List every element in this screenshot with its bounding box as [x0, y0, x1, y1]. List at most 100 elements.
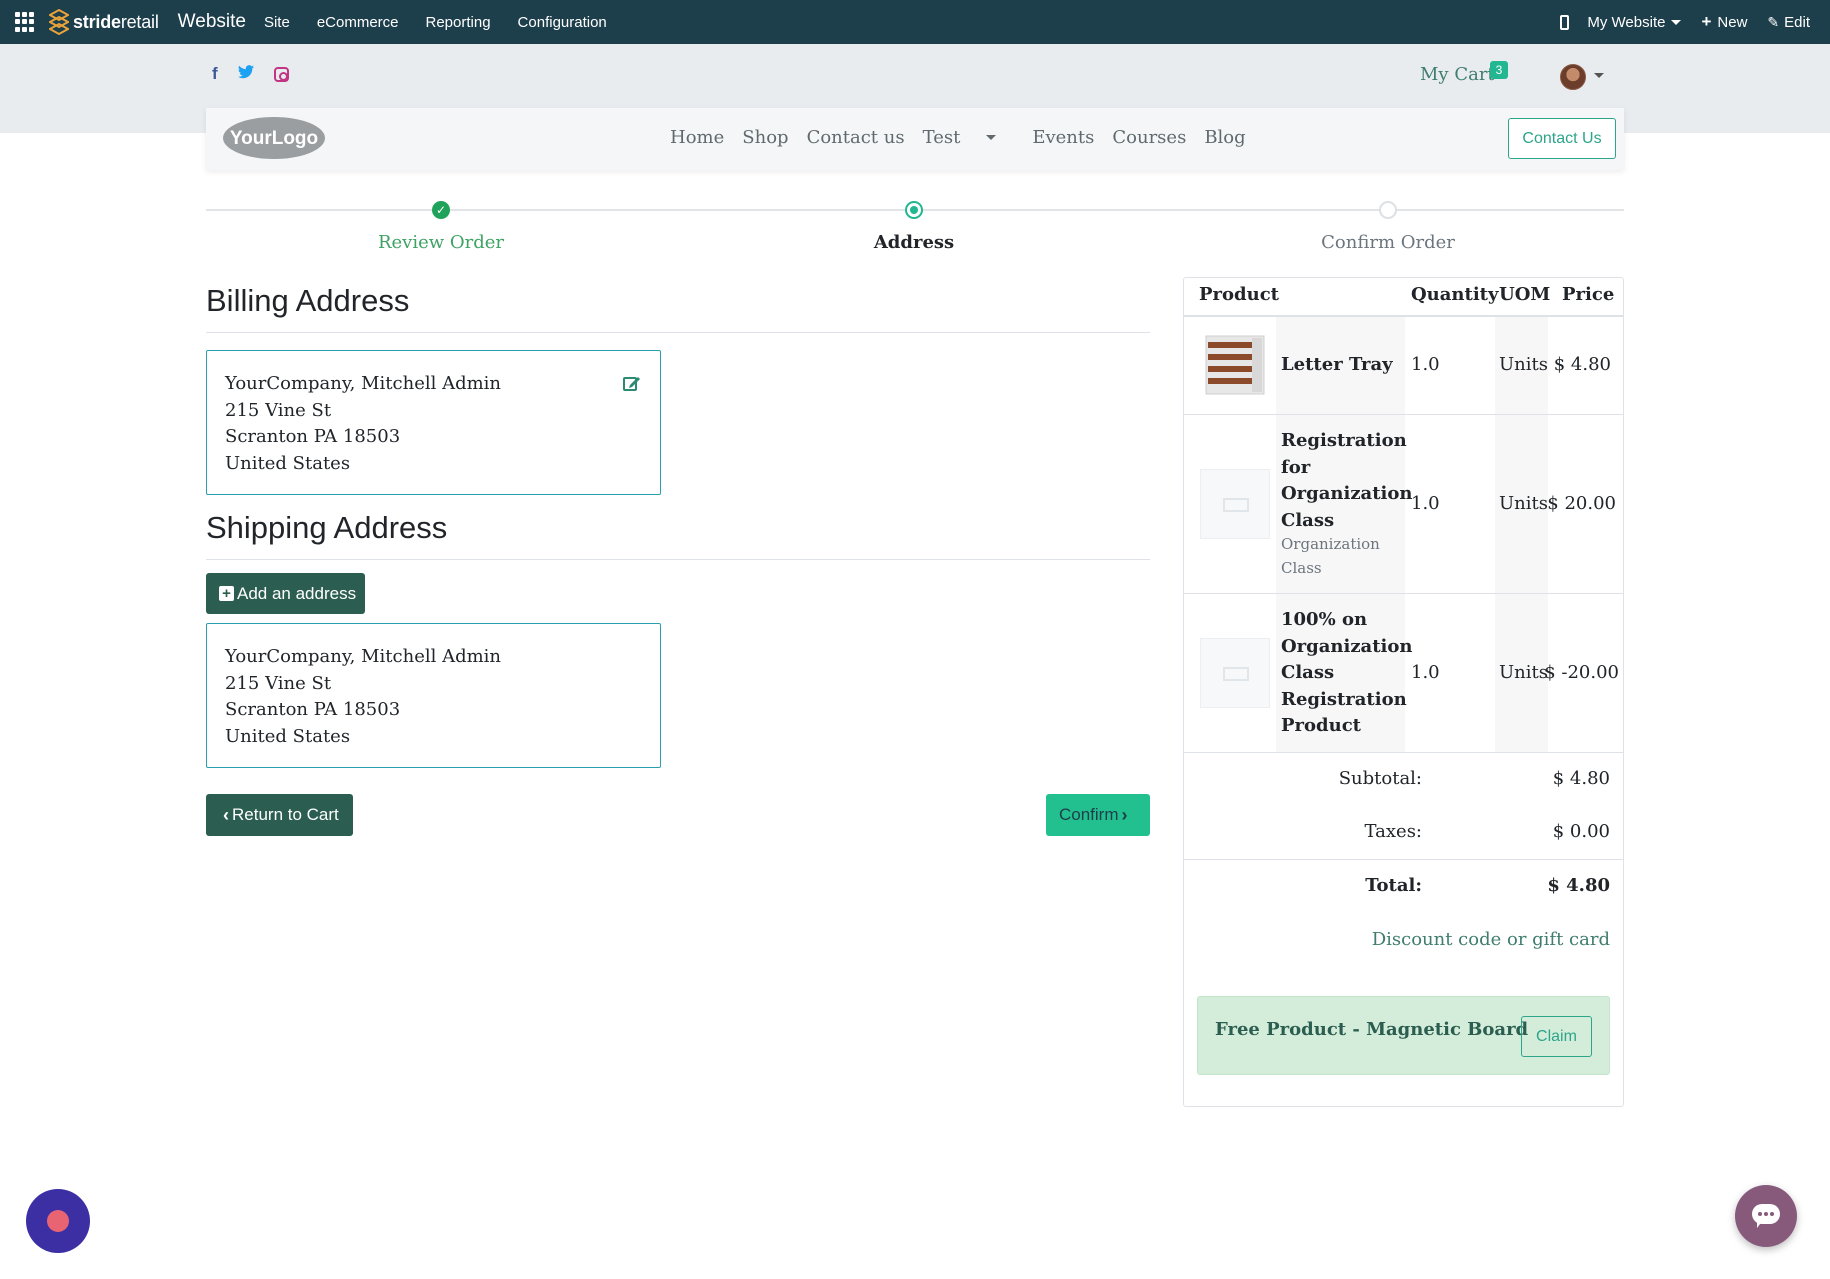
row-divider — [1184, 414, 1623, 415]
menu-item-ecommerce[interactable]: eCommerce — [317, 14, 399, 31]
cart-count-badge: 3 — [1490, 61, 1508, 79]
edit-icon[interactable] — [622, 373, 642, 393]
svg-text:YourLogo: YourLogo — [230, 128, 318, 149]
plus-square-icon: + — [219, 586, 234, 601]
nav-links: Home Shop Contact us Test Events Courses… — [670, 127, 1264, 148]
product-name[interactable]: Registration for Organization Class — [1281, 428, 1412, 534]
site-logo[interactable]: YourLogo — [222, 115, 326, 161]
apps-grid-icon[interactable] — [15, 12, 35, 32]
step-confirm-order: Confirm Order — [1321, 232, 1455, 253]
edit-button[interactable]: ✎ Edit — [1767, 14, 1810, 31]
chevron-left-icon: ‹ — [223, 804, 229, 825]
admin-menu: Site eCommerce Reporting Configuration — [264, 14, 634, 31]
product-thumbnail-placeholder — [1200, 469, 1270, 539]
product-name[interactable]: Letter Tray — [1281, 352, 1405, 379]
nav-test-label: Test — [922, 127, 961, 148]
chat-icon — [1752, 1204, 1780, 1228]
user-avatar[interactable] — [1560, 64, 1586, 90]
price-value: $ 20.00 — [1547, 493, 1616, 514]
my-cart-link[interactable]: My Cart — [1420, 64, 1495, 85]
totals-divider — [1184, 859, 1623, 860]
live-chat-button[interactable] — [1735, 1185, 1797, 1247]
subtotal-value: $ 4.80 — [1552, 768, 1610, 789]
step-current-dot-icon — [905, 201, 923, 219]
address-line: United States — [225, 452, 351, 474]
product-thumbnail — [1200, 330, 1270, 400]
divider — [206, 559, 1150, 560]
brand-mark-icon — [49, 9, 69, 35]
nav-home[interactable]: Home — [670, 127, 724, 148]
record-dot-icon — [47, 1210, 69, 1232]
step-review-order[interactable]: Review Order — [341, 232, 541, 253]
assistant-bubble-button[interactable] — [26, 1189, 90, 1253]
quantity-value: 1.0 — [1411, 493, 1440, 514]
subtotal-label: Subtotal: — [1338, 768, 1422, 789]
header-quantity: Quantity — [1411, 284, 1499, 305]
pencil-icon: ✎ — [1767, 13, 1780, 30]
add-address-label: Add an address — [237, 583, 357, 603]
brand-name: strideretail — [73, 11, 159, 32]
chevron-right-icon: › — [1121, 804, 1128, 825]
product-name[interactable]: 100% on Organization Class Registration … — [1281, 607, 1412, 740]
menu-item-reporting[interactable]: Reporting — [426, 14, 491, 31]
price-value: $ 4.80 — [1553, 354, 1611, 375]
nav-shop[interactable]: Shop — [742, 127, 788, 148]
admin-bar: strideretail Website Site eCommerce Repo… — [0, 0, 1830, 44]
billing-address-card[interactable]: YourCompany, Mitchell Admin 215 Vine St … — [206, 350, 661, 495]
address-line: United States — [225, 725, 351, 747]
taxes-label: Taxes: — [1364, 821, 1422, 842]
contact-us-button[interactable]: Contact Us — [1508, 118, 1616, 159]
confirm-button[interactable]: Confirm › — [1046, 794, 1150, 836]
return-to-cart-button[interactable]: ‹ Return to Cart — [206, 794, 353, 836]
chevron-down-icon — [1671, 19, 1682, 25]
quantity-value: 1.0 — [1411, 662, 1440, 683]
brand-logo[interactable]: strideretail — [49, 9, 159, 35]
address-line: 215 Vine St — [225, 672, 332, 694]
header-product: Product — [1199, 284, 1279, 305]
total-value: $ 4.80 — [1547, 875, 1610, 896]
product-thumbnail-placeholder — [1200, 638, 1270, 708]
menu-item-site[interactable]: Site — [264, 14, 290, 31]
new-label: New — [1717, 13, 1748, 31]
header-price: Price — [1562, 284, 1615, 305]
address-line: YourCompany, Mitchell Admin — [225, 373, 502, 394]
row-divider — [1184, 593, 1623, 594]
nav-test-dropdown[interactable]: Test — [923, 127, 1015, 148]
add-address-button[interactable]: + Add an address — [206, 573, 365, 614]
step-done-check-icon: ✓ — [432, 201, 450, 219]
new-button[interactable]: + New — [1701, 12, 1747, 32]
uom-column-shade — [1495, 316, 1548, 753]
social-links: f — [212, 64, 309, 84]
step-address: Address — [873, 232, 955, 253]
twitter-icon[interactable] — [237, 64, 254, 84]
free-product-promo: Free Product - Magnetic Board Claim — [1197, 996, 1610, 1075]
step-todo-dot-icon — [1379, 201, 1397, 219]
taxes-value: $ 0.00 — [1552, 821, 1610, 842]
nav-blog[interactable]: Blog — [1204, 127, 1245, 148]
instagram-icon[interactable] — [273, 66, 289, 82]
shipping-address-title: Shipping Address — [206, 510, 448, 545]
website-switcher[interactable]: My Website — [1587, 13, 1682, 31]
price-value: $ -20.00 — [1544, 662, 1619, 683]
billing-address-title: Billing Address — [206, 283, 410, 318]
website-switcher-label: My Website — [1587, 13, 1666, 31]
avatar-chevron-down-icon[interactable] — [1594, 73, 1604, 78]
nav-contact-us[interactable]: Contact us — [807, 127, 905, 148]
nav-courses[interactable]: Courses — [1112, 127, 1186, 148]
app-title[interactable]: Website — [178, 11, 246, 33]
discount-code-link[interactable]: Discount code or gift card — [1300, 929, 1610, 950]
address-line: Scranton PA 18503 — [225, 426, 401, 447]
product-variant: Organization Class — [1281, 535, 1380, 577]
mobile-preview-icon[interactable] — [1560, 14, 1570, 30]
admin-right: My Website + New ✎ Edit — [1560, 0, 1830, 44]
claim-button[interactable]: Claim — [1521, 1016, 1592, 1057]
menu-item-configuration[interactable]: Configuration — [518, 14, 607, 31]
plus-icon: + — [1701, 12, 1712, 31]
header-uom: UOM — [1499, 284, 1551, 305]
address-line: YourCompany, Mitchell Admin — [225, 646, 502, 667]
facebook-icon[interactable]: f — [212, 64, 218, 84]
shipping-address-card[interactable]: YourCompany, Mitchell Admin 215 Vine St … — [206, 623, 661, 768]
site-navbar: YourLogo Home Shop Contact us Test Event… — [206, 108, 1624, 170]
chevron-down-icon — [986, 135, 997, 140]
nav-events[interactable]: Events — [1032, 127, 1094, 148]
